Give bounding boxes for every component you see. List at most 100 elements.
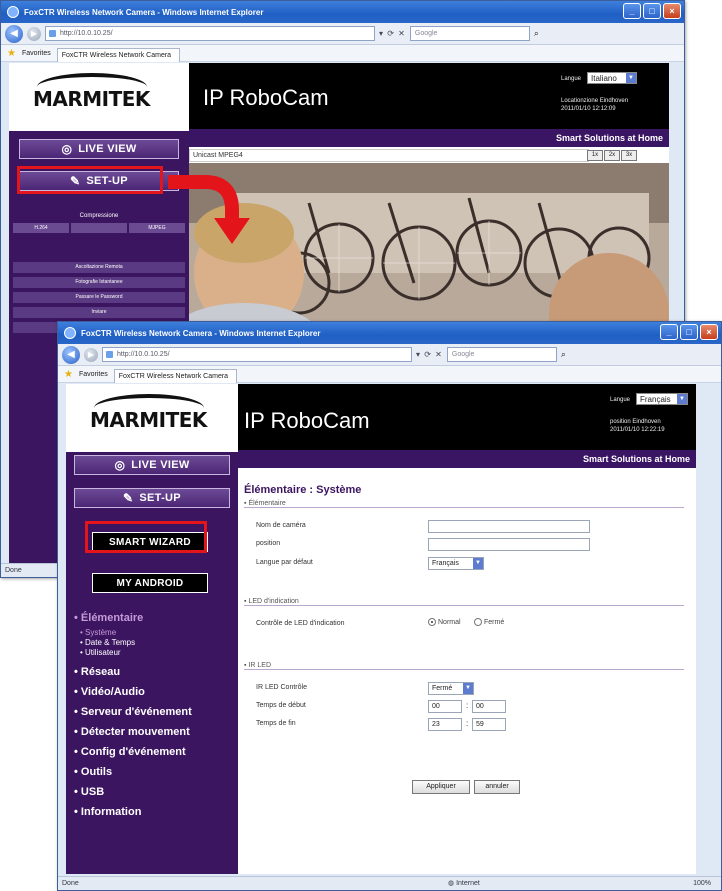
menu-serveur-evenement[interactable]: • Serveur d'événement xyxy=(74,706,192,718)
menu-outils[interactable]: • Outils xyxy=(74,766,112,778)
back-menu-item[interactable]: Passare le Password xyxy=(13,292,185,303)
back-arrow-icon[interactable]: ◀ xyxy=(5,24,23,43)
menu-information[interactable]: • Information xyxy=(74,806,141,818)
submenu-utilisateur[interactable]: • Utilisateur xyxy=(80,648,121,657)
close-icon[interactable]: × xyxy=(700,324,718,340)
favorites-label[interactable]: Favorites xyxy=(79,371,108,378)
apply-button[interactable]: Appliquer xyxy=(412,780,470,794)
front-status-bar: Done ◍ Internet 100% xyxy=(58,876,721,890)
close-icon[interactable]: × xyxy=(663,3,681,19)
front-favorites-bar: ★ Favorites FoxCTR Wireless Network Came… xyxy=(58,366,721,383)
back-search-input[interactable]: Google xyxy=(409,26,530,41)
page-title: Élémentaire : Système xyxy=(244,484,362,496)
back-lang-label: Langue xyxy=(561,76,582,82)
refresh-stop-icon[interactable]: ▾ ⟳ ✕ xyxy=(416,350,443,359)
front-browser-tab[interactable]: FoxCTR Wireless Network Camera xyxy=(113,368,238,383)
led-off-radio[interactable]: Fermé xyxy=(474,618,504,626)
back-location-line2: 2011/01/10 12:12:09 xyxy=(561,106,616,112)
camera-name-input[interactable] xyxy=(428,520,590,533)
front-app-title: IP RoboCam xyxy=(244,408,370,433)
front-location-line1: position Eindhoven xyxy=(610,419,661,425)
front-url-input[interactable]: http://10.0.10.25/ xyxy=(102,347,412,362)
eye-icon: ◎ xyxy=(114,458,126,472)
back-browser-tab[interactable]: FoxCTR Wireless Network Camera xyxy=(56,47,181,62)
start-minute-input[interactable]: 00 xyxy=(472,700,506,713)
menu-config-evenement[interactable]: • Config d'événement xyxy=(74,746,186,758)
back-arrow-icon[interactable]: ◀ xyxy=(62,345,80,364)
status-text: Done xyxy=(62,880,79,887)
favorites-star-icon[interactable]: ★ xyxy=(7,48,16,59)
back-language-select[interactable]: Italiano ▼ xyxy=(587,72,637,84)
back-live-view-button[interactable]: ◎ LIVE VIEW xyxy=(19,139,179,159)
section-ir-led: ▪ IR LED xyxy=(244,662,684,670)
position-input[interactable] xyxy=(428,538,590,551)
front-language-select[interactable]: Français ▼ xyxy=(636,393,688,405)
front-slogan: Smart Solutions at Home xyxy=(238,450,696,468)
back-header: IP RoboCam Langue Italiano ▼ Locationzion… xyxy=(189,63,669,129)
zoom-3x-button[interactable]: 3x xyxy=(621,150,637,161)
position-label: position xyxy=(256,540,281,547)
front-setup-button[interactable]: ✎ SET-UP xyxy=(74,488,230,508)
ir-control-select[interactable]: Fermé ▼ xyxy=(428,682,474,695)
ie-icon xyxy=(7,6,19,18)
front-window-title: FoxCTR Wireless Network Camera - Windows… xyxy=(81,328,321,338)
codec-blank-button[interactable] xyxy=(71,223,127,233)
submenu-date-temps[interactable]: • Date & Temps xyxy=(80,638,135,647)
front-lang-label: Langue xyxy=(610,397,631,403)
search-icon[interactable]: ⌕ xyxy=(534,28,539,39)
maximize-icon[interactable]: □ xyxy=(680,324,698,340)
front-sidebar: ◎ LIVE VIEW ✎ SET-UP SMART WIZARD MY ANDRO… xyxy=(66,452,238,874)
submenu-systeme[interactable]: • Système xyxy=(80,628,116,637)
back-menu-item[interactable]: Fotografie Istantanee xyxy=(13,277,185,288)
back-menu-item[interactable]: Ascoltazione Remota xyxy=(13,262,185,273)
back-url-input[interactable]: http://10.0.10.25/ xyxy=(45,26,375,41)
zoom-2x-button[interactable]: 2x xyxy=(604,150,620,161)
maximize-icon[interactable]: □ xyxy=(643,3,661,19)
menu-usb[interactable]: • USB xyxy=(74,786,104,798)
my-android-button[interactable]: MY ANDROID xyxy=(92,573,208,593)
forward-arrow-icon[interactable]: ▶ xyxy=(84,347,98,362)
back-window-title: FoxCTR Wireless Network Camera - Windows… xyxy=(24,7,264,17)
ie-icon xyxy=(64,327,76,339)
favorites-label[interactable]: Favorites xyxy=(22,50,51,57)
forward-arrow-icon[interactable]: ▶ xyxy=(27,26,41,41)
internet-zone-icon: ◍ Internet xyxy=(448,880,480,887)
back-favorites-bar: ★ Favorites FoxCTR Wireless Network Came… xyxy=(1,45,684,62)
led-control-label: Contrôle de LED d'indication xyxy=(256,620,345,627)
front-live-view-button[interactable]: ◎ LIVE VIEW xyxy=(74,455,230,475)
front-browser-window: FoxCTR Wireless Network Camera - Windows… xyxy=(57,321,722,891)
menu-elementaire[interactable]: • Élémentaire xyxy=(74,612,143,624)
end-hour-input[interactable]: 23 xyxy=(428,718,462,731)
menu-video-audio[interactable]: • Vidéo/Audio xyxy=(74,686,145,698)
minimize-icon[interactable]: _ xyxy=(660,324,678,340)
front-search-input[interactable]: Google xyxy=(446,347,557,362)
refresh-stop-icon[interactable]: ▾ ⟳ ✕ xyxy=(379,29,406,38)
minimize-icon[interactable]: _ xyxy=(623,3,641,19)
front-header: IP RoboCam Langue Français ▼ position Ein… xyxy=(238,384,696,450)
front-window-titlebar: FoxCTR Wireless Network Camera - Windows… xyxy=(58,322,721,344)
favorites-star-icon[interactable]: ★ xyxy=(64,369,73,380)
front-marmitek-logo: MARMITEK xyxy=(66,384,246,452)
section-elementaire: ▪ Élémentaire xyxy=(244,500,684,508)
camera-name-label: Nom de caméra xyxy=(256,522,306,529)
back-address-bar: ◀ ▶ http://10.0.10.25/ ▾ ⟳ ✕ Google ⌕ xyxy=(1,23,684,45)
front-page: MARMITEK IP RoboCam Langue Français ▼ pos… xyxy=(66,384,696,874)
led-normal-radio[interactable]: Normal xyxy=(428,618,461,626)
search-icon[interactable]: ⌕ xyxy=(561,349,566,360)
section-led: ▪ LED d'indication xyxy=(244,598,684,606)
end-minute-input[interactable]: 59 xyxy=(472,718,506,731)
back-slogan: Smart Solutions at Home xyxy=(189,129,669,147)
wrench-icon: ✎ xyxy=(123,491,134,505)
back-location-line1: Locationzione Eindhoven xyxy=(561,98,629,104)
menu-detecter-mouvement[interactable]: • Détecter mouvement xyxy=(74,726,190,738)
start-hour-input[interactable]: 00 xyxy=(428,700,462,713)
menu-reseau[interactable]: • Réseau xyxy=(74,666,120,678)
ir-control-label: IR LED Contrôle xyxy=(256,684,307,691)
codec-h264-button[interactable]: H.264 xyxy=(13,223,69,233)
end-time-label: Temps de fin xyxy=(256,720,296,727)
zoom-level[interactable]: 100% xyxy=(693,877,711,890)
back-menu-item[interactable]: Inviare xyxy=(13,307,185,318)
default-language-select[interactable]: Français ▼ xyxy=(428,557,484,570)
cancel-button[interactable]: annuler xyxy=(474,780,520,794)
zoom-1x-button[interactable]: 1x xyxy=(587,150,603,161)
